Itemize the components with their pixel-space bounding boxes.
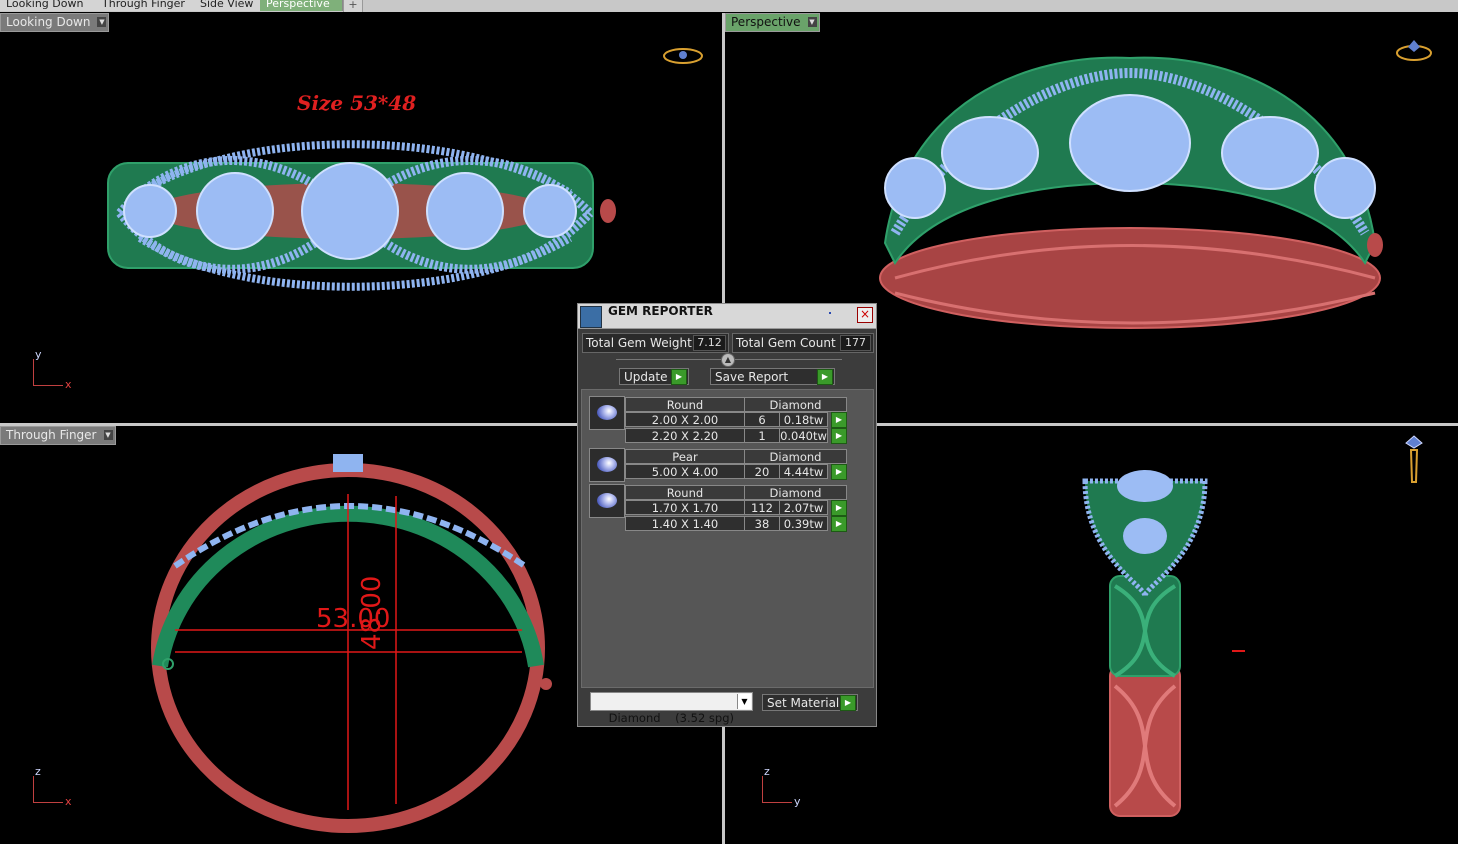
tab-perspective[interactable]: Perspective <box>260 0 343 11</box>
axis-label-z: z <box>764 765 770 778</box>
gem-shape: Pear <box>625 449 745 464</box>
play-arrow-icon[interactable]: ▶ <box>831 464 847 480</box>
total-gem-count: Total Gem Count 177 <box>732 333 874 353</box>
gem-size: 1.70 X 1.70 <box>625 500 745 515</box>
update-button-label: Update <box>624 370 668 384</box>
gem-reporter-dialog: GEM REPORTER × Total Gem Weight 7.12 Tot… <box>577 303 877 727</box>
plus-icon[interactable]: + <box>343 0 363 12</box>
gem-count: 20 <box>744 464 780 479</box>
play-arrow-icon[interactable]: ▶ <box>831 428 847 444</box>
axis-label-y: y <box>794 795 801 808</box>
play-arrow-icon[interactable]: ▶ <box>831 516 847 532</box>
viewport-label-through-finger[interactable]: Through Finger ▼ <box>0 426 116 445</box>
axis-triad: y x <box>30 348 75 391</box>
tab-looking-down[interactable]: Looking Down <box>0 0 101 11</box>
axis-triad: z y <box>759 765 804 808</box>
gem-count: 6 <box>744 412 780 427</box>
gem-shape: Round <box>625 397 745 412</box>
set-material-button[interactable]: Set Material ▶ <box>762 694 858 711</box>
play-arrow-icon[interactable]: ▶ <box>671 369 687 385</box>
dialog-title: GEM REPORTER <box>608 304 713 318</box>
dimension-height: 48.00 <box>357 575 387 650</box>
play-arrow-icon[interactable]: ▶ <box>840 695 856 711</box>
gem-weight: 0.39tw <box>779 516 828 531</box>
gem-list-panel: Round Diamond 2.00 X 2.00 6 0.18tw ▶ 2.2… <box>581 389 874 688</box>
size-annotation: Size 53*48 <box>297 91 417 115</box>
total-gem-weight: Total Gem Weight 7.12 <box>582 333 729 353</box>
gem-material: Diamond <box>744 397 847 412</box>
gem-count: 38 <box>744 516 780 531</box>
play-arrow-icon[interactable]: ▶ <box>831 500 847 516</box>
save-report-button[interactable]: Save Report ▶ <box>710 368 835 385</box>
gem-weight: 0.18tw <box>779 412 828 427</box>
dialog-title-bar[interactable]: GEM REPORTER × <box>578 304 876 329</box>
axis-label-y: y <box>35 348 42 361</box>
tab-side-view[interactable]: Side View <box>194 0 265 11</box>
chevron-down-icon[interactable]: ▼ <box>737 694 751 709</box>
pear-gem-icon <box>589 448 625 482</box>
play-arrow-icon[interactable]: ▶ <box>831 412 847 428</box>
axis-triad: z x <box>30 765 75 808</box>
round-gem-icon <box>589 484 625 518</box>
viewport-label-perspective[interactable]: Perspective ▼ <box>725 13 820 32</box>
view-tab-strip: Looking Down Through Finger Side View Pe… <box>0 0 1458 12</box>
gem-count: 112 <box>744 500 780 515</box>
gem-material: Diamond <box>744 485 847 500</box>
viewport-label-text: Looking Down <box>6 15 91 29</box>
material-select-value: Diamond (3.52 spg) <box>608 711 734 725</box>
gem-reporter-icon <box>580 306 602 328</box>
axis-label-x: x <box>65 378 72 391</box>
collapse-icon[interactable]: ▲ <box>721 353 735 367</box>
title-dot <box>829 312 831 314</box>
gem-material: Diamond <box>744 449 847 464</box>
total-gem-weight-value: 7.12 <box>693 335 726 351</box>
total-gem-weight-label: Total Gem Weight <box>586 336 692 350</box>
material-select[interactable]: Diamond (3.52 spg) ▼ <box>590 692 753 725</box>
total-gem-count-label: Total Gem Count <box>736 336 836 350</box>
axis-label-z: z <box>35 765 41 778</box>
axis-label-x: x <box>65 795 72 808</box>
close-icon[interactable]: × <box>857 307 873 323</box>
total-gem-count-value: 177 <box>840 335 871 351</box>
gem-weight: 4.44tw <box>779 464 828 479</box>
play-arrow-icon[interactable]: ▶ <box>817 369 833 385</box>
save-report-button-label: Save Report <box>715 370 789 384</box>
gem-size: 5.00 X 4.00 <box>625 464 745 479</box>
chevron-down-icon[interactable]: ▼ <box>807 17 817 27</box>
gem-size: 1.40 X 1.40 <box>625 516 745 531</box>
round-gem-icon <box>589 396 625 430</box>
set-material-button-label: Set Material <box>767 696 840 710</box>
chevron-down-icon[interactable]: ▼ <box>103 430 113 440</box>
gem-count: 1 <box>744 428 780 443</box>
tab-through-finger[interactable]: Through Finger <box>96 0 199 11</box>
gem-size: 2.20 X 2.20 <box>625 428 745 443</box>
gem-shape: Round <box>625 485 745 500</box>
gem-weight: 0.040tw <box>779 428 828 443</box>
viewport-label-text: Through Finger <box>6 428 97 442</box>
viewport-label-text: Perspective <box>731 15 801 29</box>
gem-size: 2.00 X 2.00 <box>625 412 745 427</box>
update-button[interactable]: Update ▶ <box>619 368 689 385</box>
viewport-label-looking-down[interactable]: Looking Down ▼ <box>0 13 110 32</box>
gem-weight: 2.07tw <box>779 500 828 515</box>
chevron-down-icon[interactable]: ▼ <box>97 17 107 27</box>
